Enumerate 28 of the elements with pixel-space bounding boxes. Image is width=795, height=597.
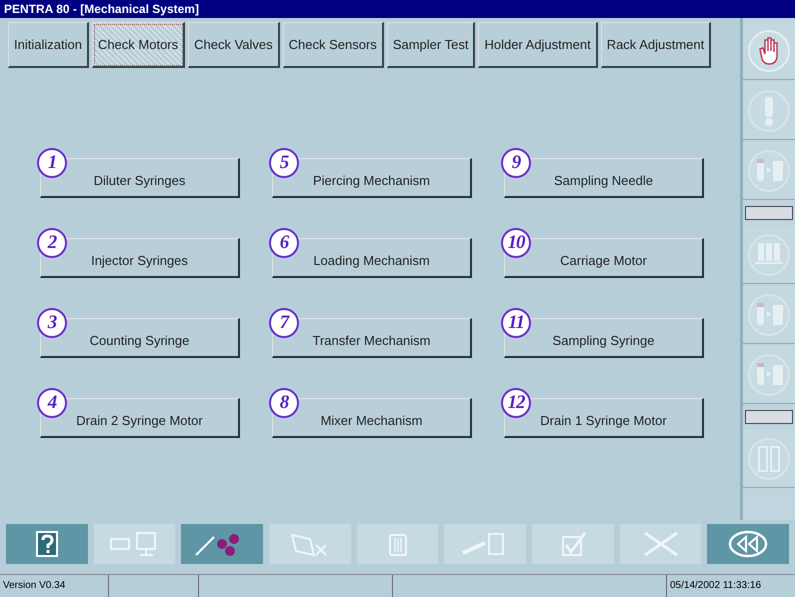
tab[interactable]: Initialization bbox=[8, 22, 89, 68]
tab[interactable]: Check Sensors bbox=[282, 22, 384, 68]
indicator-slot bbox=[745, 410, 793, 424]
help-icon[interactable] bbox=[6, 524, 88, 564]
tab[interactable]: Rack Adjustment bbox=[600, 22, 712, 68]
tab[interactable]: Check Valves bbox=[188, 22, 280, 68]
indicator-slot bbox=[745, 206, 793, 220]
version-text: Version V0.34 bbox=[0, 575, 109, 597]
number-badge: 8 bbox=[269, 388, 299, 418]
number-badge: 10 bbox=[501, 228, 531, 258]
number-badge: 5 bbox=[269, 148, 299, 178]
number-badge: 6 bbox=[269, 228, 299, 258]
number-badge: 12 bbox=[501, 388, 531, 418]
date-time-text: 05/14/2002 11:33:16 bbox=[669, 579, 762, 593]
number-badge: 2 bbox=[37, 228, 67, 258]
rewind-icon[interactable] bbox=[707, 524, 790, 564]
tab[interactable]: Sampler Test bbox=[386, 22, 476, 68]
number-badge: 3 bbox=[37, 308, 67, 338]
number-badge: 9 bbox=[501, 148, 531, 178]
cells-icon[interactable] bbox=[181, 524, 264, 564]
tab[interactable]: Check Motors bbox=[92, 22, 186, 68]
tab[interactable]: Holder Adjustment bbox=[478, 22, 598, 68]
number-badge: 4 bbox=[37, 388, 67, 418]
number-badge: 11 bbox=[501, 308, 531, 338]
window-title: PENTRA 80 - [Mechanical System] bbox=[0, 0, 795, 18]
number-badge: 7 bbox=[269, 308, 299, 338]
number-badge: 1 bbox=[37, 148, 67, 178]
hand-icon[interactable] bbox=[743, 22, 795, 80]
